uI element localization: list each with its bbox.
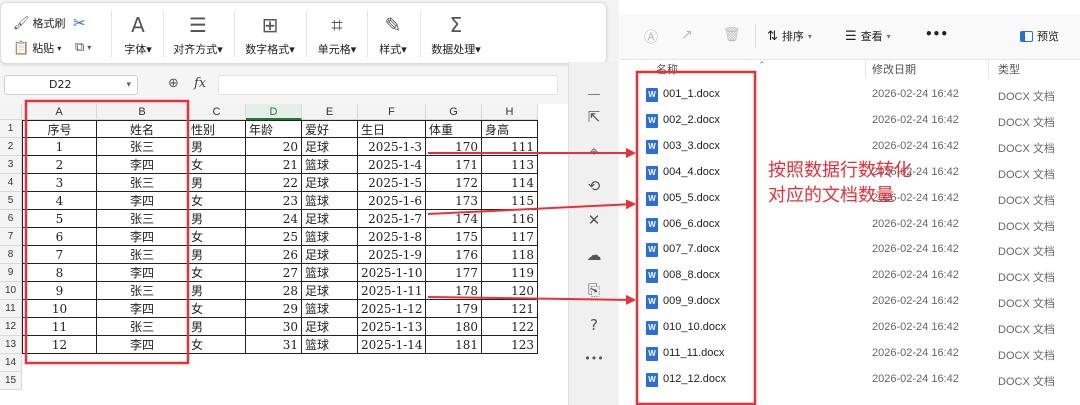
annotation-overlay xyxy=(24,70,757,405)
arrow-2 xyxy=(427,199,636,215)
highlight-box-files xyxy=(635,70,757,405)
highlight-box-columns xyxy=(24,99,190,365)
arrow-3 xyxy=(427,294,636,305)
annotation-text: 按照数据行数转化 对应的文档数量 xyxy=(768,160,912,206)
